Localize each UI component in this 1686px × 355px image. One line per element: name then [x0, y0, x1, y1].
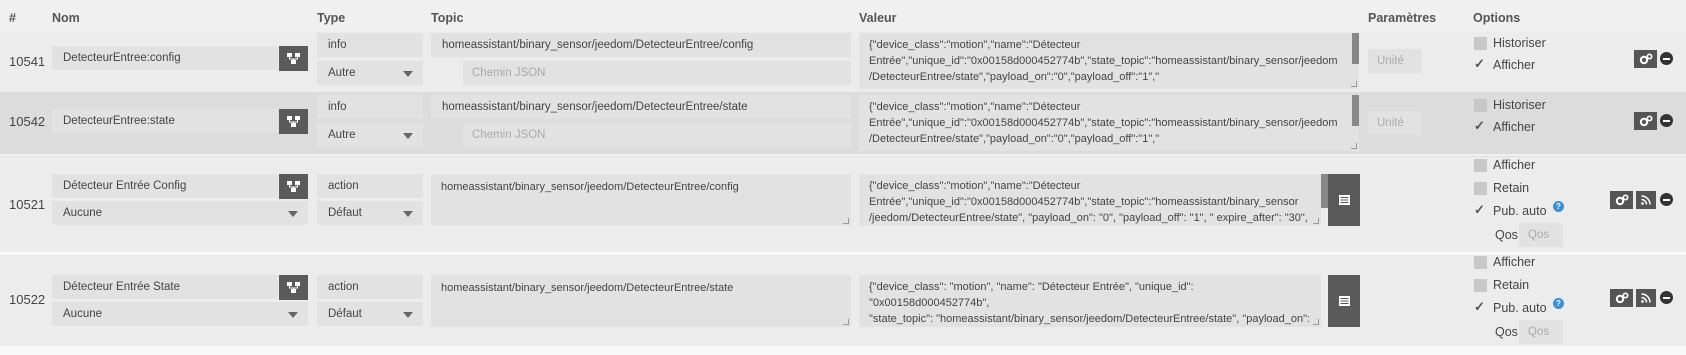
resize-grip-icon[interactable]	[843, 319, 849, 325]
header-num: #	[9, 11, 16, 25]
minus-circle-icon[interactable]	[1660, 193, 1673, 206]
topic-input[interactable]: homeassistant/binary_sensor/jeedom/Detec…	[431, 95, 851, 119]
retain-checkbox[interactable]	[1474, 279, 1487, 292]
rss-icon[interactable]	[1636, 191, 1656, 209]
check-icon[interactable]: ✓	[1474, 202, 1485, 218]
header-options: Options	[1473, 11, 1521, 25]
rss-icon[interactable]	[1636, 289, 1656, 307]
qos-label: Qos:	[1495, 228, 1522, 242]
table-row: 10521 Détecteur Entrée Config Aucune act…	[0, 156, 1686, 252]
afficher-checkbox[interactable]	[1474, 256, 1487, 269]
subtype-select[interactable]: Défaut	[317, 302, 423, 326]
qos-input[interactable]: Qos	[1519, 320, 1563, 344]
qos-label: Qos:	[1495, 325, 1522, 339]
value-scrollbar[interactable]	[1321, 174, 1328, 208]
unit-input[interactable]: Unité	[1368, 111, 1422, 135]
gears-icon[interactable]	[1610, 191, 1633, 209]
resize-grip-icon[interactable]	[1351, 143, 1357, 149]
pub-auto-label: Pub. auto	[1493, 301, 1547, 315]
afficher-label: Afficher	[1493, 58, 1536, 72]
cube-grid-icon[interactable]	[279, 275, 308, 300]
check-icon[interactable]: ✓	[1474, 56, 1485, 72]
table-row: 10522 Détecteur Entrée State Aucune acti…	[0, 252, 1686, 346]
question-circle-icon[interactable]: ?	[1553, 298, 1564, 309]
resize-grip-icon[interactable]	[843, 218, 849, 224]
table-row: 10541 DetecteurEntree:config info Autre …	[0, 32, 1686, 92]
list-icon[interactable]	[1328, 174, 1360, 226]
afficher-label: Afficher	[1493, 120, 1536, 134]
historiser-checkbox[interactable]	[1474, 37, 1487, 50]
minus-circle-icon[interactable]	[1660, 114, 1673, 127]
resize-grip-icon[interactable]	[1313, 218, 1319, 224]
subtype-select[interactable]: Défaut	[317, 201, 423, 225]
gears-icon[interactable]	[1634, 112, 1657, 130]
minus-circle-icon[interactable]	[1660, 291, 1673, 304]
gears-icon[interactable]	[1610, 289, 1633, 307]
json-path-input[interactable]: Chemin JSON	[463, 61, 851, 85]
topic-input[interactable]: homeassistant/binary_sensor/jeedom/Detec…	[431, 33, 851, 57]
command-name-input[interactable]: Détecteur Entrée State	[52, 275, 278, 299]
row-id: 10521	[9, 197, 46, 212]
type-select[interactable]: info	[317, 95, 423, 119]
check-icon[interactable]: ✓	[1474, 299, 1485, 315]
value-textarea[interactable]: {"device_class":"motion","name":"Détecte…	[859, 174, 1321, 226]
header-type: Type	[317, 11, 346, 25]
topic-textarea[interactable]: homeassistant/binary_sensor/jeedom/Detec…	[431, 275, 851, 327]
cube-grid-icon[interactable]	[279, 174, 308, 199]
retain-checkbox[interactable]	[1474, 182, 1487, 195]
value-textarea[interactable]: {"device_class":"motion","name":"Détecte…	[859, 33, 1359, 89]
row-id: 10522	[9, 292, 46, 307]
historiser-label: Historiser	[1493, 98, 1546, 112]
subtype-select[interactable]: Autre	[317, 123, 423, 147]
afficher-label: Afficher	[1493, 255, 1536, 269]
qos-input[interactable]: Qos	[1519, 223, 1563, 247]
retain-label: Retain	[1493, 278, 1530, 292]
list-icon[interactable]	[1328, 275, 1360, 327]
value-textarea[interactable]: {"device_class": "motion", "name": "Déte…	[859, 275, 1321, 327]
row-id: 10542	[9, 114, 46, 129]
value-textarea[interactable]: {"device_class":"motion","name":"Détecte…	[859, 95, 1359, 151]
json-path-input[interactable]: Chemin JSON	[463, 123, 851, 147]
header-topic: Topic	[431, 11, 464, 25]
historiser-label: Historiser	[1493, 36, 1546, 50]
header-parametres: Paramètres	[1368, 11, 1437, 25]
pub-auto-label: Pub. auto	[1493, 204, 1547, 218]
afficher-checkbox[interactable]	[1474, 159, 1487, 172]
type-select[interactable]: action	[317, 174, 423, 198]
retain-label: Retain	[1493, 181, 1530, 195]
value-scrollbar[interactable]	[1352, 33, 1359, 64]
resize-grip-icon[interactable]	[1351, 81, 1357, 87]
command-name-input[interactable]: DetecteurEntree:state	[52, 109, 278, 133]
linked-info-select[interactable]: Aucune	[52, 201, 308, 225]
value-scrollbar[interactable]	[1352, 95, 1359, 126]
subtype-select[interactable]: Autre	[317, 61, 423, 85]
resize-grip-icon[interactable]	[1313, 319, 1319, 325]
row-id: 10541	[9, 54, 46, 69]
table-footer	[0, 346, 1686, 355]
type-select[interactable]: info	[317, 33, 423, 57]
historiser-checkbox[interactable]	[1474, 99, 1487, 112]
gears-icon[interactable]	[1634, 50, 1657, 68]
command-name-input[interactable]: DetecteurEntree:config	[52, 46, 278, 70]
topic-textarea[interactable]: homeassistant/binary_sensor/jeedom/Detec…	[431, 174, 851, 226]
question-circle-icon[interactable]: ?	[1553, 201, 1564, 212]
command-name-input[interactable]: Détecteur Entrée Config	[52, 174, 278, 198]
header-nom: Nom	[52, 11, 80, 25]
afficher-label: Afficher	[1493, 158, 1536, 172]
header-valeur: Valeur	[859, 11, 897, 25]
linked-info-select[interactable]: Aucune	[52, 302, 308, 326]
cube-grid-icon[interactable]	[279, 109, 308, 134]
check-icon[interactable]: ✓	[1474, 118, 1485, 134]
minus-circle-icon[interactable]	[1660, 52, 1673, 65]
cube-grid-icon[interactable]	[279, 46, 308, 71]
table-row: 10542 DetecteurEntree:state info Autre h…	[0, 92, 1686, 154]
type-select[interactable]: action	[317, 275, 423, 299]
unit-input[interactable]: Unité	[1368, 49, 1422, 73]
